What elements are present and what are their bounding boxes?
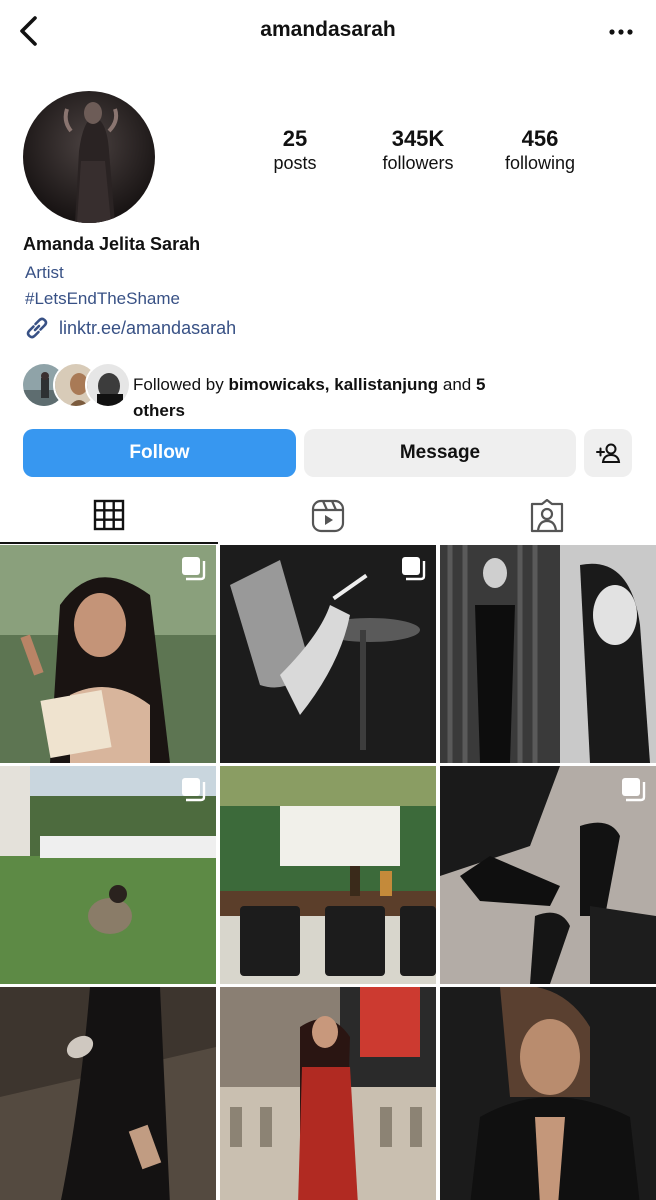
stat-following-label: following: [504, 153, 576, 173]
tagged-user-icon: [530, 499, 564, 533]
followed-by-and: and: [438, 375, 476, 394]
stat-followers[interactable]: 345K followers: [353, 126, 483, 174]
carousel-icon: [402, 557, 426, 581]
profile-full-name: Amanda Jelita Sarah: [23, 234, 201, 254]
profile-link-text: linktr.ee/amandasarah: [59, 317, 237, 338]
followed-by-names: bimowicaks, kallistanjung: [228, 375, 439, 394]
profile-link[interactable]: linktr.ee/amandasarah: [23, 314, 236, 342]
followed-by-others: others: [133, 401, 185, 420]
add-user-icon: [596, 443, 621, 463]
grid-icon: [93, 499, 125, 531]
profile-category: Artist: [25, 263, 64, 282]
followed-by-text[interactable]: Followed by bimowicaks, kallistanjung an…: [133, 372, 553, 424]
post-thumbnail[interactable]: [440, 766, 656, 984]
post-thumbnail[interactable]: [0, 545, 216, 763]
stat-posts-label: posts: [273, 153, 317, 173]
posts-grid: [0, 545, 656, 1200]
message-button[interactable]: Message: [304, 429, 576, 477]
stat-following-value: 456: [521, 126, 559, 151]
followed-by-count: 5: [475, 375, 486, 394]
stat-followers-label: followers: [382, 153, 454, 173]
post-thumbnail[interactable]: [440, 545, 656, 763]
profile-tabs: [0, 488, 656, 544]
top-bar: amandasarah: [0, 0, 656, 64]
stat-followers-value: 345K: [391, 126, 445, 151]
post-thumbnail[interactable]: [440, 987, 656, 1200]
tab-tagged[interactable]: [438, 488, 656, 544]
stat-following[interactable]: 456 following: [475, 126, 605, 174]
stat-posts[interactable]: 25 posts: [230, 126, 360, 174]
more-horizontal-icon: [609, 29, 633, 35]
post-thumbnail[interactable]: [0, 987, 216, 1200]
more-options-button[interactable]: [608, 22, 634, 42]
follow-button[interactable]: Follow: [23, 429, 296, 477]
mutual-avatar: [85, 362, 131, 408]
tab-reels[interactable]: [219, 488, 437, 544]
carousel-icon: [182, 778, 206, 802]
post-thumbnail[interactable]: [220, 987, 436, 1200]
post-thumbnail[interactable]: [220, 766, 436, 984]
stat-posts-value: 25: [282, 126, 308, 151]
post-thumbnail[interactable]: [0, 766, 216, 984]
post-thumbnail[interactable]: [220, 545, 436, 763]
mutual-followers-avatars[interactable]: [21, 362, 131, 408]
carousel-icon: [182, 557, 206, 581]
tab-posts-grid[interactable]: [0, 488, 218, 544]
reels-icon: [311, 499, 345, 533]
followed-by-prefix: Followed by: [133, 375, 229, 394]
carousel-icon: [622, 778, 646, 802]
bio-hashtag-link[interactable]: #LetsEndTheShame: [25, 289, 180, 309]
profile-username: amandasarah: [260, 18, 396, 41]
link-icon: [26, 317, 48, 339]
profile-avatar[interactable]: [23, 91, 155, 223]
suggested-users-button[interactable]: [584, 429, 632, 477]
